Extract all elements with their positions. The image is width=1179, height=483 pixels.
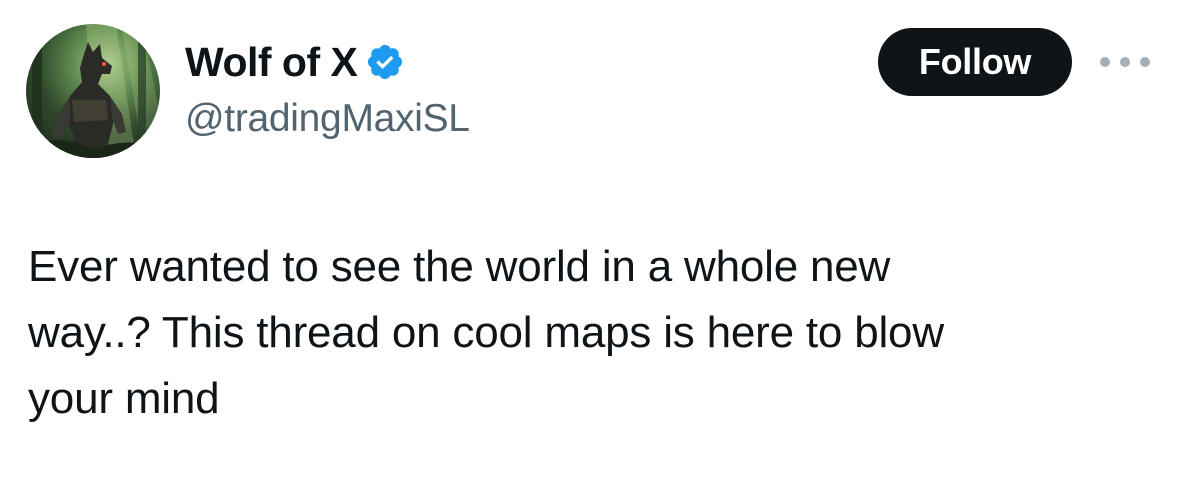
verified-badge-icon[interactable] [365,42,405,82]
more-dot [1100,57,1110,67]
author-block: Wolf of X @tradingMaxiSL [185,36,470,144]
name-row: Wolf of X [185,36,470,88]
avatar[interactable] [26,24,160,158]
follow-button[interactable]: Follow [878,28,1072,96]
user-handle[interactable]: @tradingMaxiSL [185,94,470,144]
wolf-avatar-image [26,24,160,158]
tweet-card: Wolf of X @tradingMaxiSL Follow Ever wan… [0,0,1179,483]
more-dot [1120,57,1130,67]
tweet-text: Ever wanted to see the world in a whole … [28,242,944,423]
display-name[interactable]: Wolf of X [185,36,358,88]
more-dot [1140,57,1150,67]
more-horizontal-icon[interactable] [1100,50,1150,74]
